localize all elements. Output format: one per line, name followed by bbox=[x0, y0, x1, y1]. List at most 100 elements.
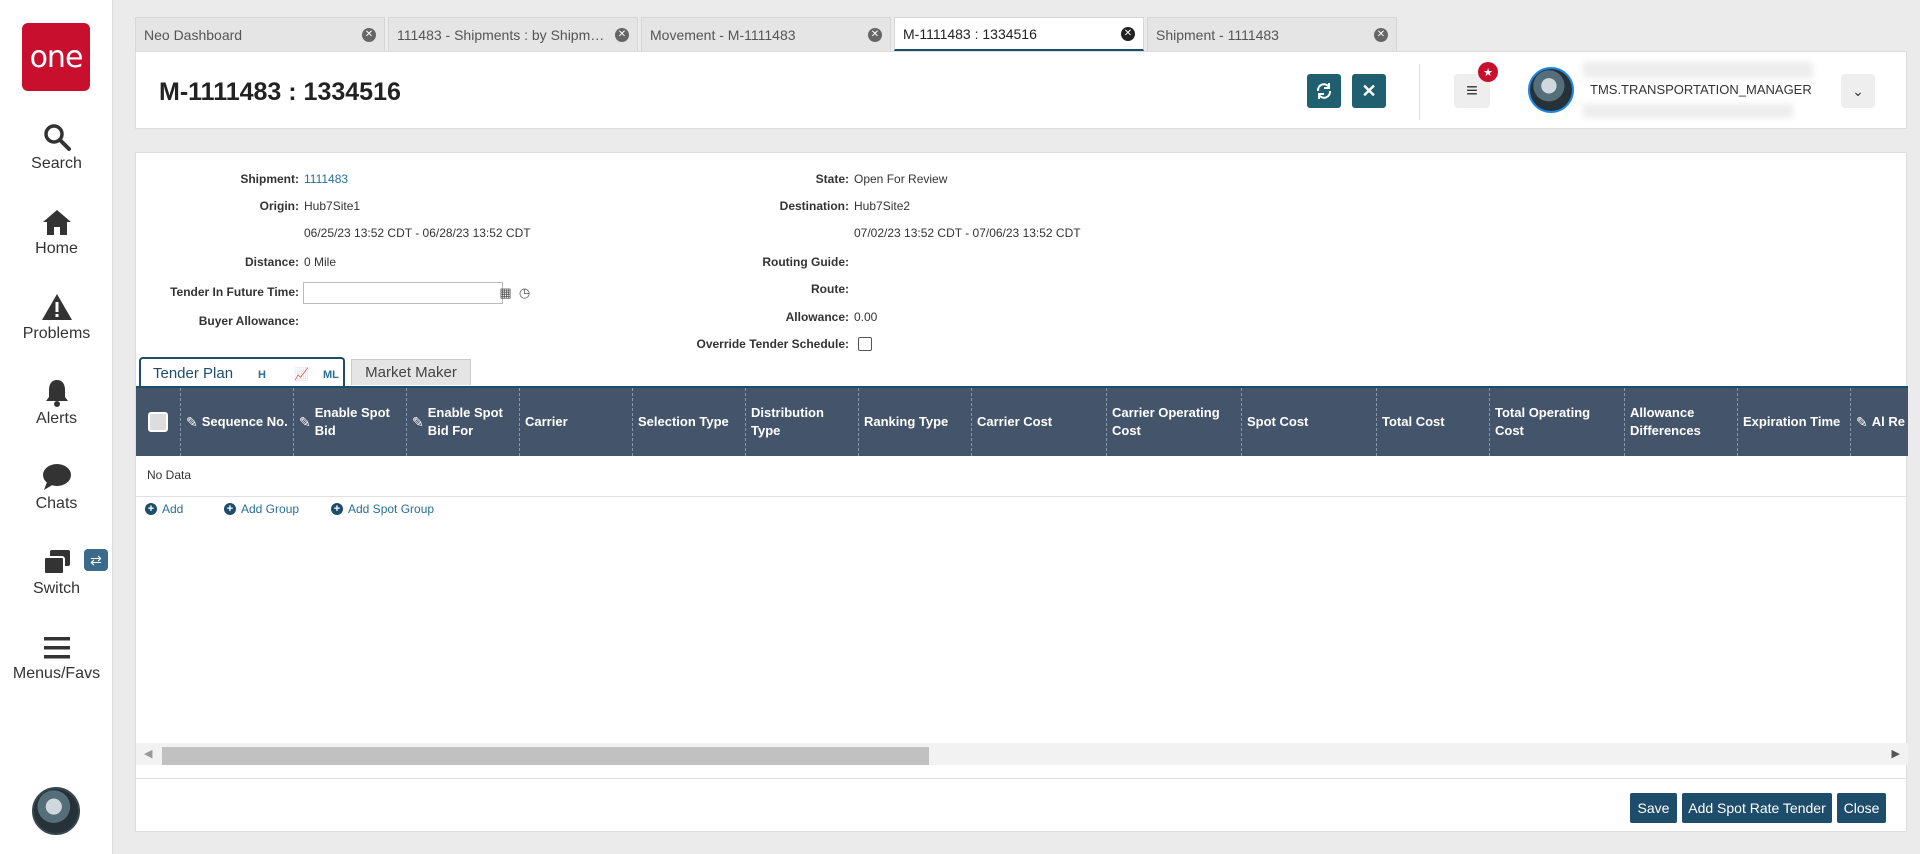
add-spot-group-button[interactable]: + Add Spot Group bbox=[331, 502, 434, 516]
nav-problems[interactable]: Problems bbox=[0, 288, 113, 343]
save-button[interactable]: Save bbox=[1630, 793, 1677, 823]
tab-movement[interactable]: Movement - M-1111483 ✕ bbox=[641, 17, 891, 51]
close-icon[interactable]: ✕ bbox=[868, 27, 882, 42]
tab-tender-plan[interactable]: Tender Plan H 📈 ML bbox=[139, 357, 345, 387]
refresh-icon bbox=[1316, 83, 1332, 99]
clock-icon[interactable]: ◷ bbox=[516, 284, 533, 301]
edit-icon: ✎ bbox=[1856, 413, 1868, 430]
horizontal-scrollbar[interactable]: ◀ ▶ bbox=[136, 743, 1908, 765]
avatar[interactable] bbox=[32, 787, 80, 835]
col-enable-spot-bid[interactable]: ✎ Enable Spot Bid bbox=[294, 388, 407, 456]
nav-chats[interactable]: Chats bbox=[0, 458, 113, 513]
refresh-button[interactable] bbox=[1307, 74, 1341, 108]
plus-icon: + bbox=[331, 503, 343, 515]
user-avatar[interactable] bbox=[1528, 67, 1574, 113]
col-selection-type[interactable]: Selection Type bbox=[633, 388, 746, 456]
add-group-button[interactable]: + Add Group bbox=[224, 502, 299, 516]
tender-future-input[interactable] bbox=[303, 282, 503, 304]
shipment-link[interactable]: 1111483 bbox=[304, 172, 348, 186]
nav-menus-favs[interactable]: Menus/Favs bbox=[0, 628, 113, 683]
divider bbox=[1419, 64, 1420, 120]
col-distribution-type[interactable]: Distribution Type bbox=[746, 388, 859, 456]
edit-icon: ✎ bbox=[299, 413, 311, 430]
col-total-operating-cost[interactable]: Total Operating Cost bbox=[1490, 388, 1625, 456]
col-allowance-differences[interactable]: Allowance Differences bbox=[1625, 388, 1738, 456]
close-icon[interactable]: ✕ bbox=[362, 27, 376, 42]
origin-dates: 06/25/23 13:52 CDT - 06/28/23 13:52 CDT bbox=[304, 226, 531, 240]
tab-neo-dashboard[interactable]: Neo Dashboard ✕ bbox=[135, 17, 385, 51]
scroll-left-icon[interactable]: ◀ bbox=[144, 747, 152, 760]
col-carrier-cost[interactable]: Carrier Cost bbox=[972, 388, 1107, 456]
nav-home-label: Home bbox=[35, 240, 78, 257]
col-sequence-no[interactable]: ✎ Sequence No. bbox=[181, 388, 294, 456]
nav-problems-label: Problems bbox=[22, 325, 91, 342]
chevron-down-icon: ⌄ bbox=[1852, 82, 1864, 99]
tab-shipment[interactable]: Shipment - 1111483 ✕ bbox=[1147, 17, 1397, 51]
tab-label: 111483 - Shipments : by Shipme... bbox=[397, 26, 609, 43]
edit-icon: ✎ bbox=[412, 413, 424, 430]
grid-empty-text: No Data bbox=[147, 468, 192, 482]
search-icon bbox=[0, 118, 113, 152]
tab-label: Shipment - 1111483 bbox=[1156, 26, 1279, 43]
scrollbar-thumb[interactable] bbox=[162, 747, 929, 765]
user-menu-dropdown[interactable]: ⌄ bbox=[1841, 74, 1875, 108]
close-icon[interactable]: ✕ bbox=[1121, 26, 1135, 41]
tab-bar: Neo Dashboard ✕ 111483 - Shipments : by … bbox=[135, 17, 1400, 51]
nav-menus-favs-label: Menus/Favs bbox=[12, 665, 101, 682]
nav-switch-label: Switch bbox=[32, 580, 81, 597]
allowance-value: 0.00 bbox=[854, 310, 878, 324]
add-spot-rate-tender-button[interactable]: Add Spot Rate Tender bbox=[1682, 793, 1832, 823]
tab-movement-detail[interactable]: M-1111483 : 1334516 ✕ bbox=[894, 17, 1144, 51]
edit-icon: ✎ bbox=[186, 413, 198, 430]
tab-market-maker[interactable]: Market Maker bbox=[351, 359, 471, 385]
origin-label: Origin: bbox=[259, 199, 299, 213]
origin-value: Hub7Site1 bbox=[304, 199, 361, 213]
state-value: Open For Review bbox=[854, 172, 948, 186]
close-page-button[interactable]: ✕ bbox=[1352, 74, 1386, 108]
state-label: State: bbox=[815, 172, 849, 186]
scroll-right-icon[interactable]: ▶ bbox=[1892, 747, 1900, 760]
col-carrier-operating-cost[interactable]: Carrier Operating Cost bbox=[1107, 388, 1242, 456]
close-button[interactable]: Close bbox=[1837, 793, 1886, 823]
override-schedule-checkbox[interactable] bbox=[858, 337, 872, 351]
destination-label: Destination: bbox=[779, 199, 849, 213]
plus-icon: + bbox=[145, 503, 157, 515]
col-ranking-type[interactable]: Ranking Type bbox=[859, 388, 972, 456]
home-icon bbox=[0, 203, 113, 237]
history-link[interactable]: H bbox=[258, 369, 266, 381]
app-logo[interactable]: one bbox=[22, 23, 90, 91]
col-al-re-ti[interactable]: ✎Al Re Ti bbox=[1851, 388, 1908, 456]
tab-label: Movement - M-1111483 bbox=[650, 26, 796, 43]
redacted-text bbox=[1583, 62, 1813, 78]
routing-guide-label: Routing Guide: bbox=[762, 255, 849, 269]
nav-home[interactable]: Home bbox=[0, 203, 113, 258]
allowance-label: Allowance: bbox=[785, 310, 849, 324]
warning-icon bbox=[0, 288, 113, 322]
tab-shipments[interactable]: 111483 - Shipments : by Shipme... ✕ bbox=[388, 17, 638, 51]
swap-icon[interactable]: ⇄ bbox=[84, 549, 108, 571]
add-button[interactable]: + Add bbox=[145, 502, 183, 516]
tab-label: Neo Dashboard bbox=[144, 26, 243, 43]
col-spot-cost[interactable]: Spot Cost bbox=[1242, 388, 1377, 456]
col-carrier[interactable]: Carrier bbox=[520, 388, 633, 456]
grid-header: ✎ Sequence No. ✎ Enable Spot Bid ✎ Enable S… bbox=[136, 388, 1908, 456]
nav-alerts[interactable]: Alerts bbox=[0, 373, 113, 428]
distance-value: 0 Mile bbox=[304, 255, 337, 269]
col-total-cost[interactable]: Total Cost bbox=[1377, 388, 1490, 456]
nav-chats-label: Chats bbox=[35, 495, 78, 512]
col-expiration-time[interactable]: Expiration Time bbox=[1738, 388, 1851, 456]
chart-icon[interactable]: 📈 bbox=[294, 367, 309, 381]
close-icon[interactable]: ✕ bbox=[1374, 27, 1388, 42]
close-icon: ✕ bbox=[1361, 80, 1377, 101]
nav-search[interactable]: Search bbox=[0, 118, 113, 173]
tab-tender-plan-label: Tender Plan bbox=[153, 365, 234, 382]
bell-icon bbox=[0, 373, 113, 407]
close-icon[interactable]: ✕ bbox=[615, 27, 629, 42]
calendar-icon[interactable]: ▦ bbox=[497, 284, 514, 301]
col-enable-spot-bid-for[interactable]: ✎ Enable Spot Bid For bbox=[407, 388, 520, 456]
select-all-cell bbox=[136, 388, 181, 456]
ml-link[interactable]: ML bbox=[323, 369, 339, 381]
divider bbox=[136, 778, 1908, 779]
select-all-checkbox[interactable] bbox=[148, 412, 168, 432]
destination-dates: 07/02/23 13:52 CDT - 07/06/23 13:52 CDT bbox=[854, 226, 1081, 240]
